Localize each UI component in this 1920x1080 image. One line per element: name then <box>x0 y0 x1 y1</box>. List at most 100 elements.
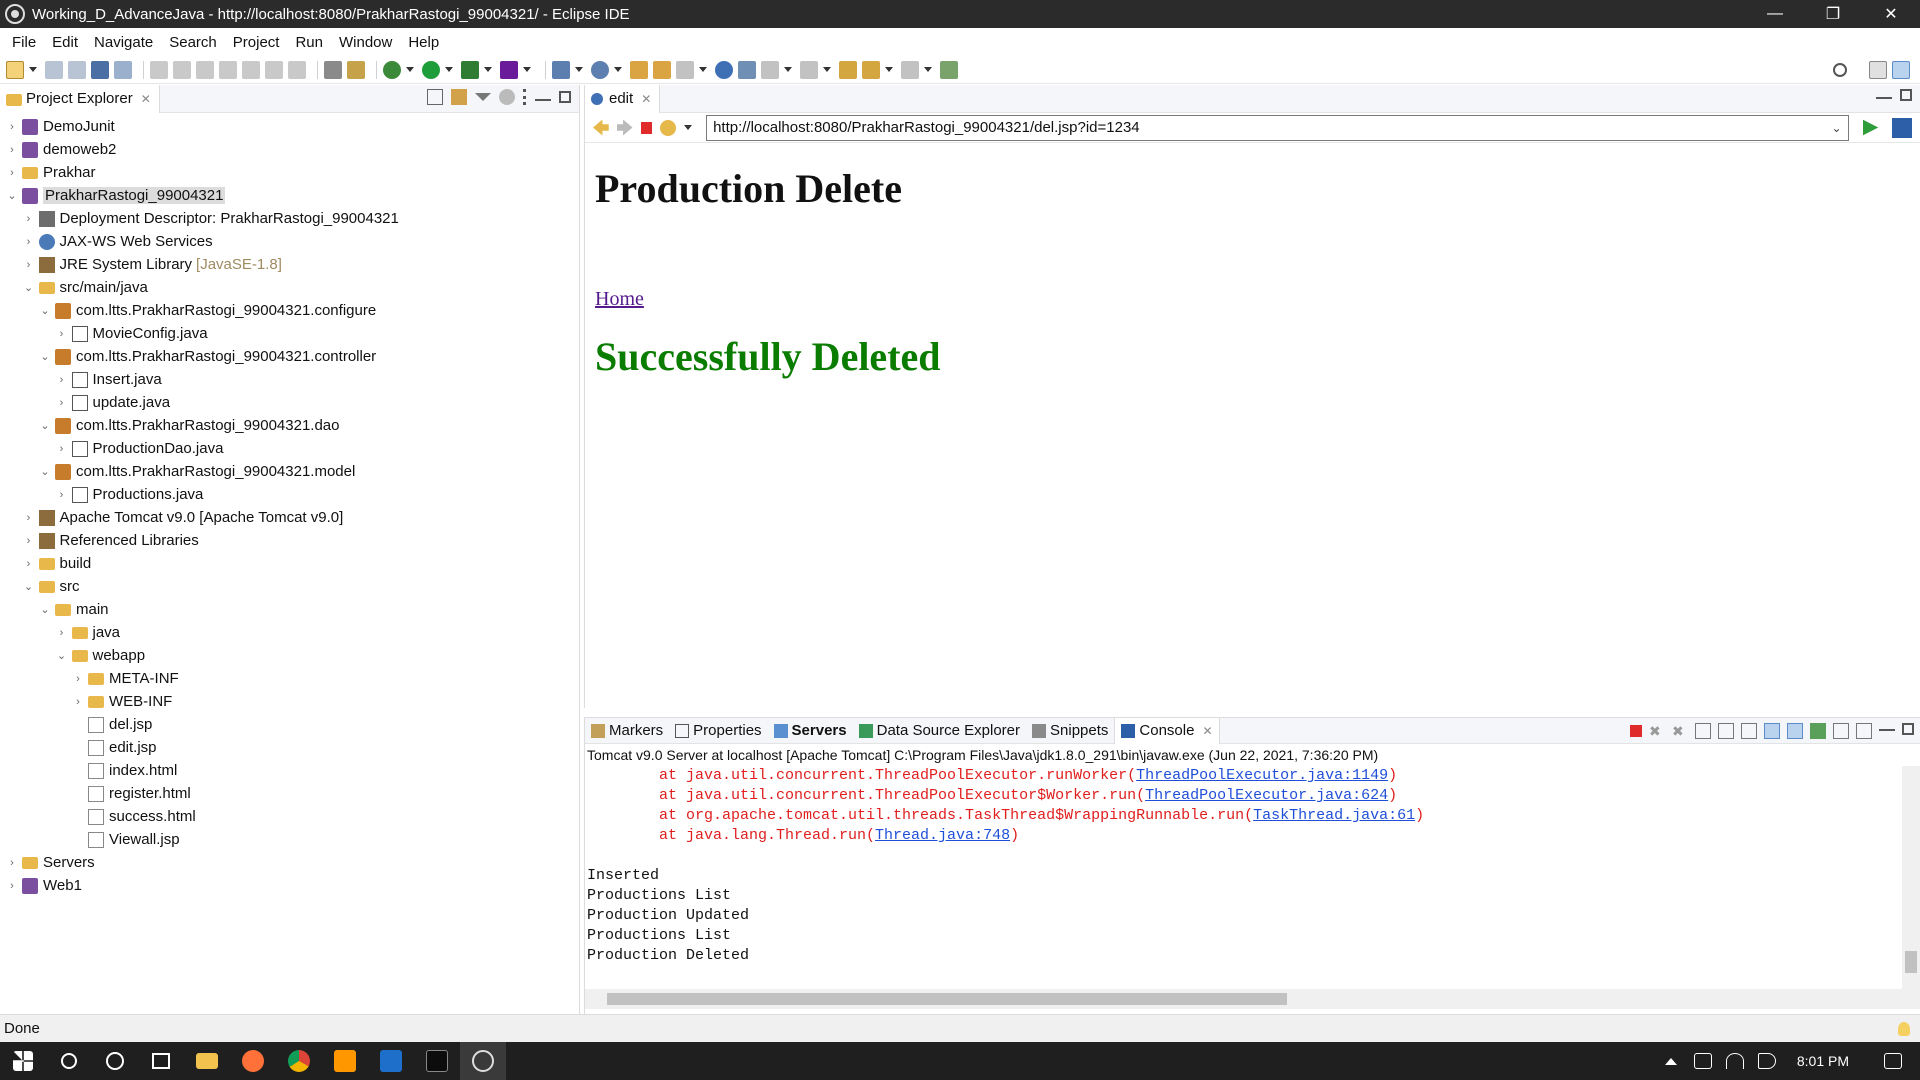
tree-item[interactable]: › Referenced Libraries <box>0 529 579 552</box>
tree-item[interactable]: › Deployment Descriptor: PrakharRastogi_9… <box>0 207 579 230</box>
chevron-right-icon[interactable]: › <box>70 696 86 708</box>
next-annotation-dropdown-icon[interactable] <box>784 67 792 72</box>
open-external-icon[interactable] <box>1892 117 1912 138</box>
chevron-right-icon[interactable]: › <box>54 443 70 455</box>
pin-console-icon[interactable] <box>1810 723 1826 739</box>
tree-item[interactable]: ⌄ src <box>0 575 579 598</box>
tree-item[interactable]: success.html <box>0 805 579 828</box>
task-view-button[interactable] <box>138 1042 184 1080</box>
stop-icon[interactable] <box>640 121 653 134</box>
step-return-icon[interactable] <box>288 60 306 79</box>
chevron-right-icon[interactable]: › <box>4 121 20 133</box>
close-icon[interactable]: ✕ <box>1202 724 1212 738</box>
chevron-right-icon[interactable]: › <box>4 167 20 179</box>
save-icon[interactable] <box>45 60 63 79</box>
chevron-down-icon[interactable]: ⌄ <box>37 419 53 432</box>
maximize-icon[interactable] <box>559 91 571 103</box>
tab-snippets[interactable]: Snippets <box>1026 718 1114 744</box>
new-web-icon[interactable] <box>591 60 609 79</box>
terminal-button[interactable] <box>414 1042 460 1080</box>
vertical-scrollbar[interactable] <box>1902 766 1920 989</box>
focus-icon[interactable] <box>499 89 515 105</box>
new-server-icon[interactable] <box>552 60 570 79</box>
tree-item[interactable]: ⌄ com.ltts.PrakharRastogi_99004321.config… <box>0 299 579 322</box>
next-annotation-icon[interactable] <box>761 60 779 79</box>
refresh-icon[interactable] <box>660 119 677 136</box>
disconnect-icon[interactable] <box>219 60 237 79</box>
chevron-right-icon[interactable]: › <box>54 397 70 409</box>
menu-file[interactable]: File <box>4 34 44 51</box>
scroll-thumb[interactable] <box>1905 951 1917 973</box>
tab-properties[interactable]: Properties <box>669 718 767 744</box>
forward-dropdown-icon[interactable] <box>924 67 932 72</box>
tree-item[interactable]: › Insert.java <box>0 368 579 391</box>
tree-item[interactable]: › Web1 <box>0 874 579 897</box>
tree-item[interactable]: › JRE System Library [JavaSE-1.8] <box>0 253 579 276</box>
chevron-down-icon[interactable]: ⌄ <box>37 350 53 363</box>
display-console-icon[interactable] <box>1833 723 1849 739</box>
collapse-all-icon[interactable] <box>427 89 443 105</box>
open-type-icon[interactable] <box>630 60 648 79</box>
tree-item[interactable]: ⌄ src/main/java <box>0 276 579 299</box>
tree-item[interactable]: › WEB-INF <box>0 690 579 713</box>
skip-breakpoints-icon[interactable] <box>114 60 132 79</box>
tree-item[interactable]: ⌄ main <box>0 598 579 621</box>
menu-run[interactable]: Run <box>287 34 331 51</box>
minimize-icon[interactable] <box>535 93 551 101</box>
search-dropdown-icon[interactable] <box>699 67 707 72</box>
tree-item[interactable]: › java <box>0 621 579 644</box>
back-dropdown-icon[interactable] <box>885 67 893 72</box>
minimize-button[interactable]: — <box>1746 0 1804 28</box>
tab-servers[interactable]: Servers <box>768 718 853 744</box>
chevron-down-icon[interactable]: ⌄ <box>21 580 37 593</box>
pin-editor-icon[interactable] <box>940 60 958 79</box>
tree-item[interactable]: ⌄ PrakharRastogi_99004321 <box>0 184 579 207</box>
restore-button[interactable]: ❐ <box>1804 0 1862 28</box>
volume-icon[interactable] <box>1757 1053 1776 1069</box>
tree-item[interactable]: del.jsp <box>0 713 579 736</box>
java-ee-perspective-icon[interactable] <box>1892 60 1910 79</box>
back-icon[interactable] <box>862 60 880 79</box>
chevron-right-icon[interactable]: › <box>21 558 37 570</box>
stack-frame-link[interactable]: ThreadPoolExecutor.java:624 <box>1145 787 1388 804</box>
menu-navigate[interactable]: Navigate <box>86 34 161 51</box>
tree-item[interactable]: › MovieConfig.java <box>0 322 579 345</box>
stack-frame-link[interactable]: TaskThread.java:61 <box>1253 807 1415 824</box>
debug-dropdown-icon[interactable] <box>406 67 414 72</box>
run-icon[interactable] <box>422 60 440 79</box>
home-link[interactable]: Home <box>595 288 644 311</box>
tree-item[interactable]: ⌄ webapp <box>0 644 579 667</box>
terminal-icon[interactable] <box>91 60 109 79</box>
tree-item[interactable]: Viewall.jsp <box>0 828 579 851</box>
tab-project-explorer[interactable]: Project Explorer ✕ <box>0 84 160 113</box>
tip-icon[interactable] <box>1898 1021 1910 1036</box>
chevron-right-icon[interactable]: › <box>21 535 37 547</box>
tab-console[interactable]: Console ✕ <box>1114 717 1220 744</box>
chevron-right-icon[interactable]: › <box>4 857 20 869</box>
coverage-dropdown-icon[interactable] <box>484 67 492 72</box>
view-menu-icon[interactable] <box>523 89 527 105</box>
start-button[interactable] <box>0 1042 46 1080</box>
new-icon[interactable] <box>6 60 24 79</box>
tree-item[interactable]: edit.jsp <box>0 736 579 759</box>
tree-item[interactable]: › Servers <box>0 851 579 874</box>
refresh-dropdown-icon[interactable] <box>684 125 693 130</box>
browser-icon[interactable] <box>715 60 733 79</box>
open-console-icon[interactable] <box>1856 723 1872 739</box>
search-icon[interactable] <box>1833 62 1847 77</box>
console-output[interactable]: at java.util.concurrent.ThreadPoolExecut… <box>585 766 1920 989</box>
wifi-icon[interactable] <box>1725 1053 1744 1069</box>
tree-item[interactable]: › demoweb2 <box>0 138 579 161</box>
chevron-down-icon[interactable]: ⌄ <box>1831 121 1841 135</box>
menu-search[interactable]: Search <box>161 34 225 51</box>
link-editor-icon[interactable] <box>451 89 467 105</box>
notifications-icon[interactable] <box>1884 1053 1902 1069</box>
forward-icon[interactable] <box>616 119 633 136</box>
filter-icon[interactable] <box>475 93 491 101</box>
external-tools-dropdown-icon[interactable] <box>523 67 531 72</box>
tree-item[interactable]: › META-INF <box>0 667 579 690</box>
step-over-icon[interactable] <box>265 60 283 79</box>
close-button[interactable]: ✕ <box>1862 0 1920 28</box>
scroll-lock-icon[interactable] <box>1718 723 1734 739</box>
suspend-icon[interactable] <box>173 60 191 79</box>
